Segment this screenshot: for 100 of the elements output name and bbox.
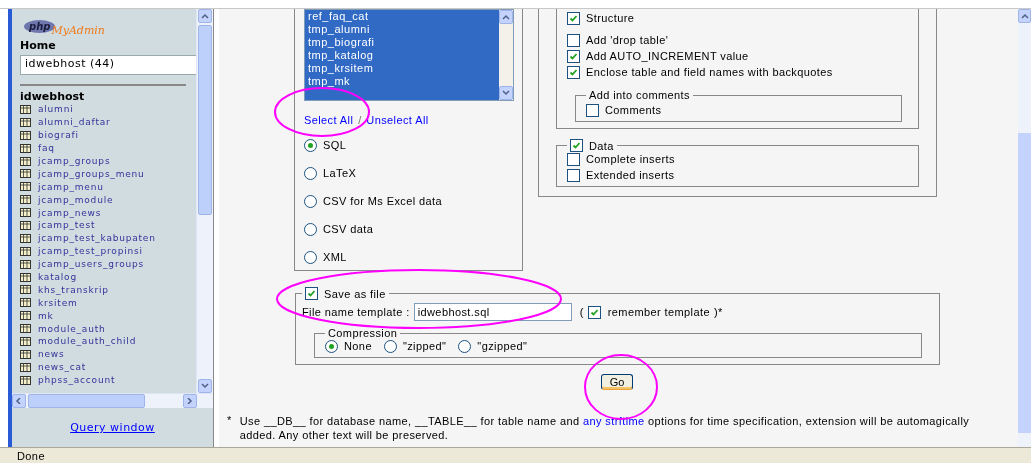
- list-option[interactable]: tmp_alumni: [308, 23, 370, 36]
- table-link[interactable]: jcamp_groups: [38, 156, 111, 166]
- table-icon: [20, 130, 31, 140]
- table-link[interactable]: jcamp_test_kabupaten: [38, 233, 156, 244]
- table-icon: [20, 156, 31, 166]
- checkbox[interactable]: [567, 152, 580, 166]
- table-link[interactable]: alumni: [38, 104, 74, 115]
- checkbox[interactable]: [567, 11, 580, 25]
- footnote-mark: *: [227, 414, 232, 428]
- table-link[interactable]: biografi: [38, 130, 79, 141]
- query-window-link[interactable]: Query window: [70, 421, 155, 435]
- radio-button[interactable]: [458, 339, 472, 353]
- table-link[interactable]: jcamp_test_propinsi: [38, 246, 143, 257]
- radio-button[interactable]: [304, 138, 317, 152]
- compression-label: None: [344, 340, 372, 352]
- table-link[interactable]: krsitem: [38, 297, 78, 308]
- radio-button[interactable]: [304, 194, 317, 208]
- format-label: SQL: [323, 139, 347, 151]
- table-link[interactable]: jcamp_module: [38, 194, 114, 205]
- file-name-input[interactable]: idwebhost.sql: [413, 303, 572, 321]
- table-link[interactable]: faq: [38, 143, 55, 154]
- radio-button[interactable]: [304, 166, 317, 180]
- table-icon: [20, 272, 31, 282]
- data-label: Data: [589, 139, 614, 152]
- table-icon: [20, 117, 31, 127]
- table-icon: [20, 169, 31, 179]
- footnote-text: Use __DB__ for database name, __TABLE__ for table name and any strftime options for time specification, extension will be automagically added. Any other text will be preserved.: [239, 414, 971, 442]
- radio-button[interactable]: [325, 339, 338, 353]
- vertical-scrollbar[interactable]: [1018, 9, 1031, 447]
- table-link[interactable]: module_auth_child: [38, 336, 137, 347]
- checkbox[interactable]: [567, 168, 580, 182]
- table-link[interactable]: mk: [38, 310, 54, 321]
- structure-label: Structure: [586, 12, 635, 24]
- checkmark-icon: [589, 307, 599, 317]
- table-icon: [20, 182, 31, 192]
- table-link[interactable]: jcamp_news: [38, 207, 102, 218]
- checkbox[interactable]: [570, 139, 583, 152]
- table-link[interactable]: katalog: [38, 272, 77, 282]
- format-label: XML: [323, 251, 347, 263]
- table-icon: [20, 104, 31, 114]
- option-label: Enclose table and field names with backquotes: [586, 66, 833, 78]
- compression-label: "zipped": [402, 340, 447, 352]
- table-icon: [20, 220, 31, 230]
- option-label: Complete inserts: [586, 153, 675, 165]
- table-link[interactable]: jcamp_groups_menu: [38, 168, 145, 179]
- list-option[interactable]: tmp_mk: [308, 75, 351, 88]
- horizontal-scrollbar[interactable]: [12, 393, 213, 408]
- go-button[interactable]: Go: [600, 374, 634, 390]
- table-link[interactable]: module_auth: [38, 323, 106, 334]
- group-legend: Add into comments: [589, 89, 690, 101]
- checkbox[interactable]: [587, 305, 601, 319]
- radio-button[interactable]: [304, 222, 317, 236]
- paren-text: )*: [713, 306, 723, 318]
- remember-template-label: remember template: [607, 306, 710, 318]
- checkbox[interactable]: [567, 33, 580, 47]
- separator-text: /: [358, 114, 362, 126]
- table-listbox[interactable]: ref_faq_cat tmp_alumni tmp_biografi tmp_katalog tmp_krsitem tmp_mk: [304, 9, 514, 101]
- strftime-link[interactable]: any strftime: [582, 415, 645, 427]
- list-option[interactable]: tmp_biografi: [308, 36, 375, 49]
- table-link[interactable]: jcamp_test: [38, 220, 96, 231]
- checkbox[interactable]: [305, 287, 318, 300]
- table-link[interactable]: khs_transkrip: [38, 284, 109, 295]
- status-text: Done: [17, 449, 45, 462]
- database-select[interactable]: idwebhost (44): [20, 55, 196, 75]
- compression-label: "gzipped": [477, 340, 528, 352]
- checkmark-icon: [569, 13, 578, 23]
- vertical-scrollbar[interactable]: [196, 9, 213, 393]
- checkmark-icon: [572, 141, 581, 150]
- home-link[interactable]: Home: [20, 39, 196, 52]
- table-icon: [20, 285, 31, 295]
- unselect-all-link[interactable]: Unselect All: [366, 114, 429, 126]
- radio-button[interactable]: [383, 339, 397, 353]
- table-link[interactable]: phpss_account: [38, 375, 116, 386]
- table-icon: [20, 208, 31, 218]
- table-icon: [20, 246, 31, 256]
- list-option[interactable]: tmp_katalog: [308, 49, 374, 62]
- option-label: Extended inserts: [586, 169, 675, 181]
- radio-button[interactable]: [304, 250, 317, 264]
- table-icon: [20, 195, 31, 205]
- checkbox[interactable]: [586, 103, 599, 117]
- table-icon: [20, 259, 31, 269]
- table-link[interactable]: news: [38, 349, 65, 360]
- format-label: LaTeX: [323, 167, 357, 179]
- format-label: CSV data: [323, 223, 374, 235]
- option-label: Comments: [605, 104, 662, 116]
- format-label: CSV for Ms Excel data: [323, 195, 443, 207]
- table-link[interactable]: news_cat: [38, 362, 87, 373]
- select-all-link[interactable]: Select All: [304, 114, 354, 126]
- template-label: File name template :: [302, 306, 410, 318]
- paren-text: (: [579, 306, 584, 318]
- table-icon: [20, 311, 31, 321]
- table-icon: [20, 362, 31, 372]
- list-option[interactable]: ref_faq_cat: [308, 10, 369, 23]
- checkbox[interactable]: [567, 49, 580, 63]
- table-link[interactable]: jcamp_users_groups: [38, 259, 144, 270]
- checkbox[interactable]: [567, 65, 580, 79]
- table-link[interactable]: jcamp_menu: [38, 181, 104, 192]
- list-option[interactable]: tmp_krsitem: [308, 62, 374, 75]
- table-icon: [20, 233, 31, 243]
- table-link[interactable]: alumni_daftar: [38, 117, 111, 128]
